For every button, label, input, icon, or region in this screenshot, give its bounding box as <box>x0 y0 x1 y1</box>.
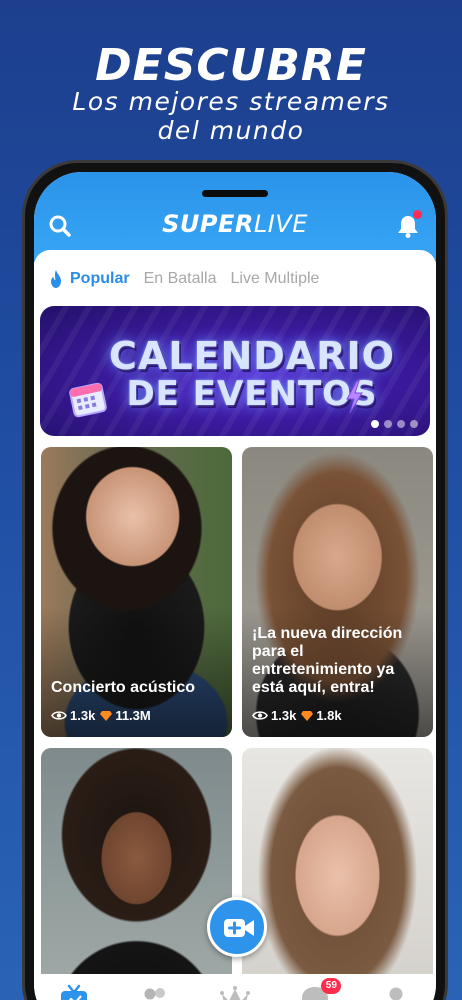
logo-super: SUPER <box>162 210 254 238</box>
app-header: SUPERLIVE <box>34 172 436 262</box>
stream-title: Concierto acústico <box>51 679 196 696</box>
pagination-dot[interactable] <box>410 420 418 428</box>
phone-frame: SUPERLIVE Popular En Batalla Live Multip… <box>22 160 448 1000</box>
viewer-count: 1.3k <box>70 708 96 723</box>
go-live-button[interactable] <box>207 897 267 957</box>
tab-en-batalla-label: En Batalla <box>143 270 217 287</box>
nav-live[interactable] <box>54 984 94 1000</box>
live-tv-icon <box>61 984 88 1000</box>
app-logo: SUPERLIVE <box>34 210 436 238</box>
video-plus-icon <box>224 919 254 937</box>
notification-dot <box>413 210 422 219</box>
calendar-icon <box>69 382 107 418</box>
tab-live-multiple-label: Live Multiple <box>230 270 320 287</box>
promo-subtitle-line1: Los mejores streamers <box>72 87 390 116</box>
nav-profile[interactable] <box>376 984 416 1000</box>
eye-icon <box>51 711 67 720</box>
message-count-badge: 59 <box>321 978 342 994</box>
viewer-count: 1.3k <box>271 708 297 723</box>
nav-messages[interactable]: 59 <box>295 978 342 1000</box>
stream-card[interactable] <box>242 748 433 1000</box>
crown-icon <box>219 986 250 1000</box>
pagination-dot[interactable] <box>384 420 392 428</box>
nav-social[interactable] <box>135 984 175 1000</box>
category-tabs: Popular En Batalla Live Multiple <box>34 250 436 308</box>
stream-card[interactable] <box>41 748 232 1000</box>
gem-icon <box>100 711 113 721</box>
users-icon <box>144 988 165 1000</box>
stream-card[interactable]: ¡La nueva dirección para el entretenimie… <box>242 447 433 737</box>
lightning-icon <box>346 380 363 414</box>
nav-ranking[interactable] <box>215 984 255 1000</box>
banner-line1: CALENDARIO <box>109 334 395 378</box>
logo-live: LIVE <box>253 210 308 238</box>
gem-count: 11.3M <box>115 708 151 723</box>
promo-title: DESCUBRE <box>95 40 367 91</box>
pagination-dot[interactable] <box>371 420 379 428</box>
pagination-dot[interactable] <box>397 420 405 428</box>
tab-live-multiple[interactable]: Live Multiple <box>231 270 320 288</box>
events-banner[interactable]: CALENDARIO DE EVENTOS <box>40 306 430 436</box>
banner-pagination <box>371 420 418 428</box>
phone-notch <box>202 190 268 197</box>
flame-icon <box>51 270 61 288</box>
tab-popular[interactable]: Popular <box>48 269 130 289</box>
bottom-navigation: 59 <box>34 974 436 1000</box>
stream-stats: 1.3k 11.3M <box>51 708 151 723</box>
tab-popular-label: Popular <box>70 270 130 287</box>
stream-stats: 1.3k 1.8k <box>252 708 342 723</box>
app-screen: SUPERLIVE Popular En Batalla Live Multip… <box>34 172 436 1000</box>
stream-title: ¡La nueva dirección para el entretenimie… <box>252 625 403 696</box>
eye-icon <box>252 711 268 720</box>
promo-subtitle-line2: del mundo <box>157 116 305 145</box>
gem-icon <box>301 711 314 721</box>
profile-icon <box>389 987 403 1000</box>
tab-en-batalla[interactable]: En Batalla <box>144 270 217 288</box>
stream-card[interactable]: Concierto acústico 1.3k 11.3M <box>41 447 232 737</box>
gem-count: 1.8k <box>316 708 342 723</box>
